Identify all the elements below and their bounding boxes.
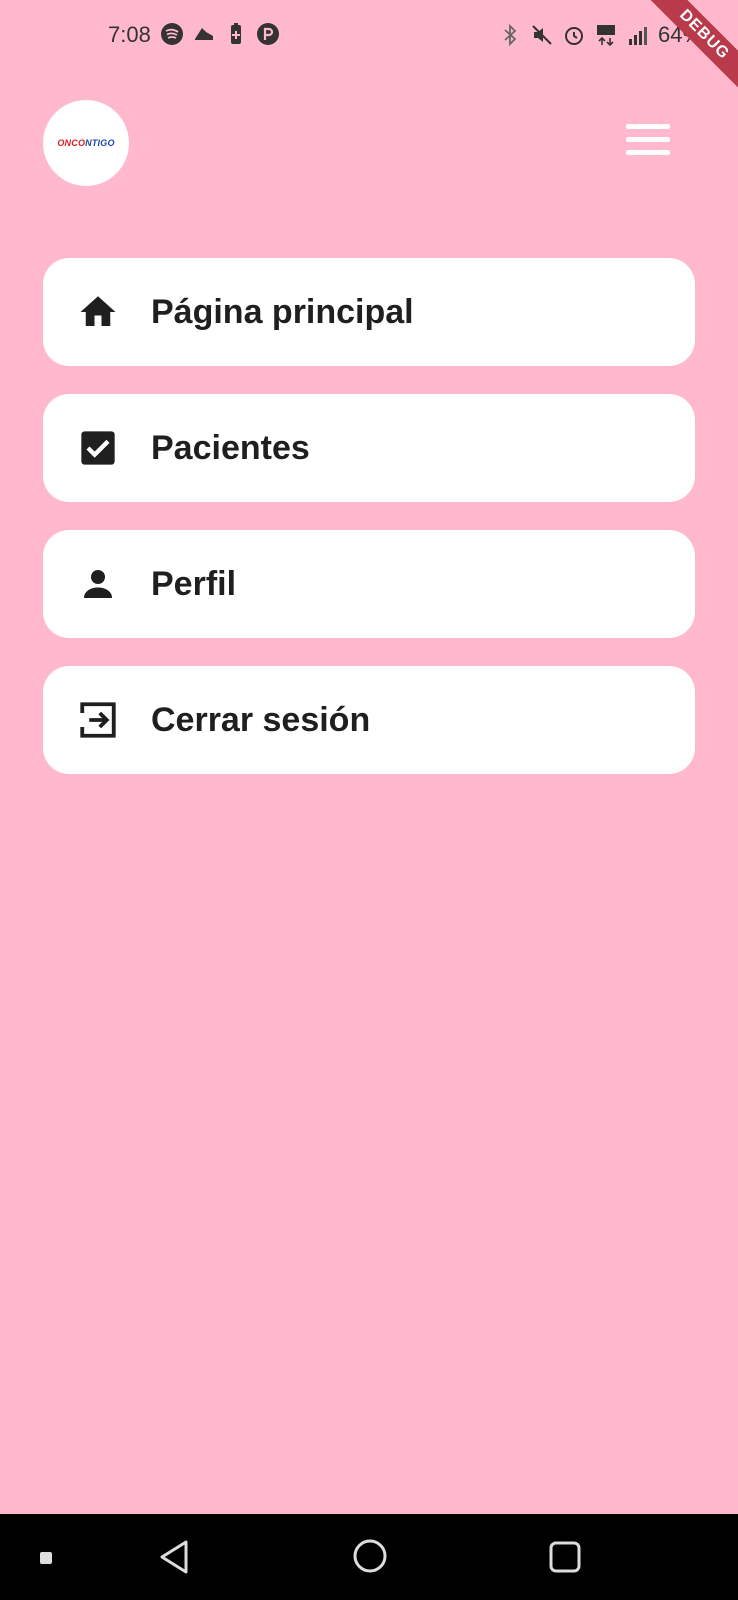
status-time: 7:08 [108,22,151,47]
logo-text-part2: NTIGO [85,138,115,148]
checkbox-icon [75,425,121,471]
menu-item-label: Perfil [151,564,237,603]
nav-indicator [40,1552,52,1564]
mute-vibrate-icon [530,23,554,47]
status-icons-left [160,22,280,46]
bluetooth-icon [498,23,522,47]
data-4g-icon [594,23,618,47]
spotify-icon [160,22,184,46]
recents-icon[interactable] [548,1540,582,1579]
signal-icon [626,23,650,47]
status-bar: 7:08 64% DEBUG [0,0,738,94]
menu-item-label: Pacientes [151,428,310,467]
hamburger-icon[interactable] [626,124,674,158]
navigation-bar [0,1514,738,1600]
logo-text: ONCONTIGO [57,138,114,148]
menu-item-label: Página principal [151,292,414,331]
battery-saver-icon [224,22,248,46]
home-icon [75,289,121,335]
home-circle-icon[interactable] [352,1538,388,1579]
menu-item-home[interactable]: Página principal [43,258,695,366]
menu-item-logout[interactable]: Cerrar sesión [43,666,695,774]
back-icon[interactable] [156,1538,192,1581]
shoe-icon [192,22,216,46]
menu-item-profile[interactable]: Perfil [43,530,695,638]
logo-text-part1: ONCO [57,138,86,148]
logout-icon [75,697,121,743]
person-icon [75,561,121,607]
menu-list: Página principal Pacientes Perfil Cerrar… [43,258,695,802]
menu-item-label: Cerrar sesión [151,700,371,739]
p-circle-icon [256,22,280,46]
app-logo[interactable]: ONCONTIGO [43,100,129,186]
status-icons-right: 64% [498,22,702,48]
menu-item-patients[interactable]: Pacientes [43,394,695,502]
alarm-icon [562,23,586,47]
